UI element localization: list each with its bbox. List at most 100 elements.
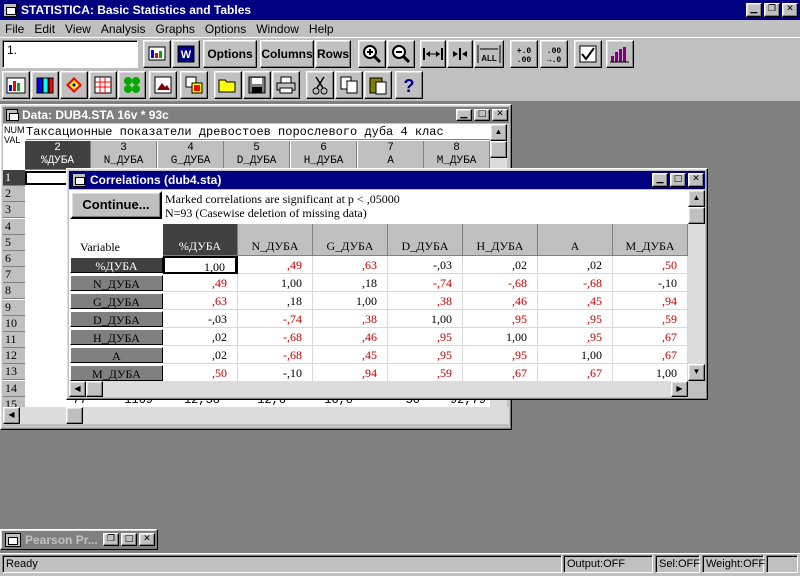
corr-scroll-left-button[interactable]: ◀ xyxy=(69,381,86,397)
layout-button[interactable] xyxy=(180,71,208,99)
data-row-number[interactable]: 13 xyxy=(3,364,25,381)
correlation-column-header[interactable]: %ДУБА xyxy=(163,224,238,256)
menu-graphs[interactable]: Graphs xyxy=(151,22,200,36)
correlation-cell[interactable]: 1,00 xyxy=(313,292,388,310)
app-restore-button[interactable]: ❐ xyxy=(764,3,780,17)
remove-decimal-button[interactable]: .00 →.0 xyxy=(540,40,568,68)
correlation-cell[interactable]: ,95 xyxy=(388,346,463,364)
data-window-maximize-button[interactable]: □ xyxy=(474,109,490,121)
data-row-number[interactable]: 10 xyxy=(3,315,25,332)
menu-edit[interactable]: Edit xyxy=(29,22,60,36)
correlation-cell[interactable]: ,46 xyxy=(463,292,538,310)
fit-all-columns-button[interactable]: ALL xyxy=(474,40,504,68)
data-row-number[interactable]: 8 xyxy=(3,283,25,300)
copy-button[interactable] xyxy=(335,71,363,99)
data-column-header[interactable]: 7A xyxy=(358,141,424,170)
corr-scroll-right-button[interactable]: ▶ xyxy=(671,381,688,397)
data-row-number[interactable]: 12 xyxy=(3,348,25,365)
correlations-system-icon[interactable] xyxy=(72,173,86,187)
correlation-cell[interactable]: 1,00 xyxy=(613,364,688,382)
correlation-row-header[interactable]: G_ДУБА xyxy=(70,293,163,309)
columns-button[interactable]: Columns xyxy=(260,40,314,68)
correlation-cell[interactable]: ,38 xyxy=(388,292,463,310)
correlation-row-header[interactable]: M_ДУБА xyxy=(70,365,163,381)
image-button[interactable] xyxy=(149,71,177,99)
data-column-header[interactable]: 2 %ДУБА xyxy=(25,141,91,170)
correlation-cell[interactable]: ,02 xyxy=(463,256,538,274)
correlation-cell[interactable]: 1,00 xyxy=(163,256,238,274)
data-row-number[interactable]: 14 xyxy=(3,380,25,397)
data-column-header[interactable]: 6 H_ДУБА xyxy=(291,141,357,170)
correlation-cell[interactable]: ,59 xyxy=(613,310,688,328)
data-column-header[interactable]: 4 G_ДУБА xyxy=(158,141,224,170)
correlation-cell[interactable]: ,45 xyxy=(313,346,388,364)
surface-plot-button[interactable] xyxy=(60,71,88,99)
data-row-number[interactable]: 1 xyxy=(3,170,25,186)
correlation-column-header[interactable]: G_ДУБА xyxy=(313,224,388,256)
data-scroll-thumb[interactable] xyxy=(490,141,507,158)
correlation-row-header[interactable]: H_ДУБА xyxy=(70,329,163,345)
data-row-number[interactable]: 4 xyxy=(3,218,25,235)
cut-button[interactable] xyxy=(306,71,334,99)
correlation-cell[interactable]: -,68 xyxy=(238,328,313,346)
correlation-cell[interactable]: ,18 xyxy=(313,274,388,292)
correlation-column-header[interactable]: D_ДУБА xyxy=(388,224,463,256)
correlation-cell[interactable]: ,95 xyxy=(463,346,538,364)
books-button[interactable] xyxy=(31,71,59,99)
correlation-cell[interactable]: ,02 xyxy=(163,346,238,364)
correlation-cell[interactable]: ,95 xyxy=(388,328,463,346)
data-row-number[interactable]: 5 xyxy=(3,234,25,251)
correlation-cell[interactable]: ,94 xyxy=(313,364,388,382)
correlation-cell[interactable]: ,63 xyxy=(163,292,238,310)
data-window-minimize-button[interactable]: ▁ xyxy=(456,109,472,121)
correlation-cell[interactable]: ,50 xyxy=(163,364,238,382)
zoom-in-button[interactable] xyxy=(358,40,386,68)
correlation-column-header[interactable]: N_ДУБА xyxy=(238,224,313,256)
scatter-icons-button[interactable] xyxy=(118,71,146,99)
data-row-number[interactable]: 11 xyxy=(3,332,25,348)
options-button[interactable]: Options xyxy=(203,40,257,68)
correlation-cell[interactable]: ,38 xyxy=(313,310,388,328)
data-row-number[interactable]: 7 xyxy=(3,267,25,284)
correlation-row-header[interactable]: N_ДУБА xyxy=(70,275,163,291)
menu-window[interactable]: Window xyxy=(251,22,304,36)
correlation-row-header[interactable]: A xyxy=(70,347,163,363)
data-column-header[interactable]: 3 N_ДУБА xyxy=(91,141,157,170)
data-window-system-icon[interactable] xyxy=(6,109,19,121)
correlation-cell[interactable]: ,45 xyxy=(538,292,613,310)
correlation-cell[interactable]: ,67 xyxy=(613,346,688,364)
menu-file[interactable]: File xyxy=(0,22,29,36)
correlation-cell[interactable]: -,68 xyxy=(238,346,313,364)
graph-window-button[interactable] xyxy=(143,40,171,68)
minimized-restore-button[interactable]: ❐ xyxy=(103,533,119,546)
data-row-number[interactable]: 3 xyxy=(3,202,25,219)
paste-button[interactable] xyxy=(364,71,392,99)
data-column-header[interactable]: 8 M_ДУБА xyxy=(424,141,490,170)
status-weight[interactable]: Weight:OFF xyxy=(702,555,765,573)
corr-size-grip[interactable] xyxy=(688,381,705,397)
correlation-cell[interactable]: 1,00 xyxy=(538,346,613,364)
correlation-row-header[interactable]: %ДУБА xyxy=(70,257,163,273)
word-export-button[interactable]: W xyxy=(172,40,200,68)
status-output[interactable]: Output:OFF xyxy=(563,555,653,573)
correlation-cell[interactable]: -,10 xyxy=(238,364,313,382)
case-field[interactable]: 1. xyxy=(2,40,138,68)
corr-vscroll-thumb[interactable] xyxy=(688,207,705,224)
corr-hscroll-thumb[interactable] xyxy=(86,381,103,397)
data-window-close-button[interactable]: ✕ xyxy=(492,109,508,121)
correlations-maximize-button[interactable]: □ xyxy=(670,173,686,187)
correlation-row-header[interactable]: D_ДУБА xyxy=(70,311,163,327)
correlation-cell[interactable]: ,67 xyxy=(613,328,688,346)
correlation-column-header[interactable]: M_ДУБА xyxy=(613,224,688,256)
app-close-button[interactable]: ✕ xyxy=(782,3,798,17)
print-button[interactable] xyxy=(272,71,300,99)
data-scroll-up-button[interactable]: ▲ xyxy=(490,124,507,141)
correlation-cell[interactable]: -,68 xyxy=(463,274,538,292)
correlation-cell[interactable]: -,68 xyxy=(538,274,613,292)
mark-cells-button[interactable] xyxy=(574,40,602,68)
correlations-hscrollbar[interactable] xyxy=(69,381,688,397)
correlation-cell[interactable]: ,94 xyxy=(613,292,688,310)
correlation-cell[interactable]: ,46 xyxy=(313,328,388,346)
correlations-close-button[interactable]: ✕ xyxy=(688,173,704,187)
menu-options[interactable]: Options xyxy=(200,22,251,36)
